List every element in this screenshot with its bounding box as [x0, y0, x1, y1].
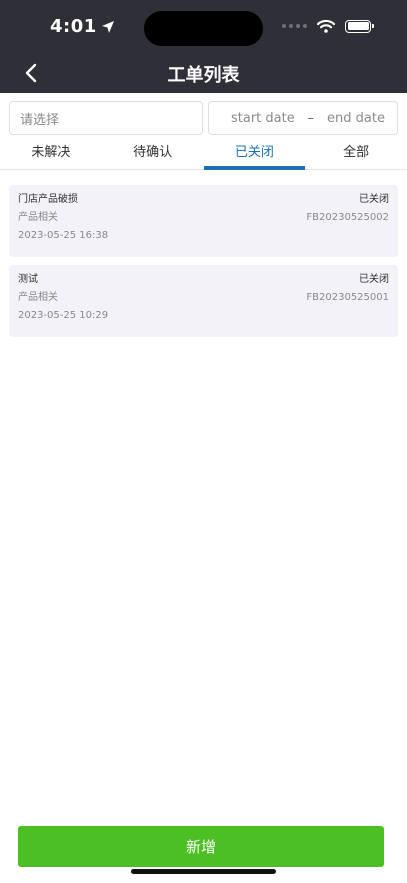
order-title: 门店产品破损	[18, 194, 78, 205]
tab-pending-confirm[interactable]: 待确认	[102, 140, 204, 169]
order-status: 已关闭	[359, 194, 389, 205]
add-button[interactable]: 新增	[18, 826, 384, 867]
battery-icon	[345, 19, 374, 33]
home-indicator	[131, 869, 276, 874]
start-date-input[interactable]: start date	[231, 111, 295, 126]
order-card[interactable]: 测试 已关闭 产品相关 FB20230525001 2023-05-25 10:…	[9, 265, 398, 337]
order-category: 产品相关	[18, 292, 58, 303]
end-date-input[interactable]: end date	[327, 111, 385, 126]
wifi-icon	[317, 19, 335, 33]
location-arrow-icon	[101, 20, 114, 33]
order-category: 产品相关	[18, 212, 58, 223]
tab-unresolved[interactable]: 未解决	[0, 140, 102, 169]
order-number: FB20230525001	[306, 292, 389, 303]
app-header: 4:01 工单列表	[0, 0, 407, 93]
signal-icon	[282, 24, 307, 28]
order-status: 已关闭	[359, 274, 389, 285]
status-time-text: 4:01	[50, 16, 97, 37]
order-title: 测试	[18, 274, 38, 285]
order-card[interactable]: 门店产品破损 已关闭 产品相关 FB20230525002 2023-05-25…	[9, 185, 398, 257]
dynamic-island	[144, 11, 263, 46]
order-number: FB20230525002	[306, 212, 389, 223]
select-placeholder: 请选择	[20, 112, 60, 128]
status-tabs: 未解决 待确认 已关闭 全部	[0, 140, 407, 170]
order-time: 2023-05-25 10:29	[18, 310, 109, 321]
page-title: 工单列表	[167, 65, 240, 86]
order-time: 2023-05-25 16:38	[18, 230, 109, 241]
tab-all[interactable]: 全部	[305, 140, 407, 169]
status-time: 4:01	[50, 16, 115, 37]
date-range-picker[interactable]: start date – end date	[208, 101, 398, 135]
filter-bar: 请选择 start date – end date	[9, 101, 398, 135]
date-separator: –	[307, 110, 315, 126]
tab-closed[interactable]: 已关闭	[203, 140, 306, 170]
status-indicators	[282, 19, 374, 33]
category-select[interactable]: 请选择	[9, 101, 203, 135]
order-list: 门店产品破损 已关闭 产品相关 FB20230525002 2023-05-25…	[9, 185, 398, 345]
